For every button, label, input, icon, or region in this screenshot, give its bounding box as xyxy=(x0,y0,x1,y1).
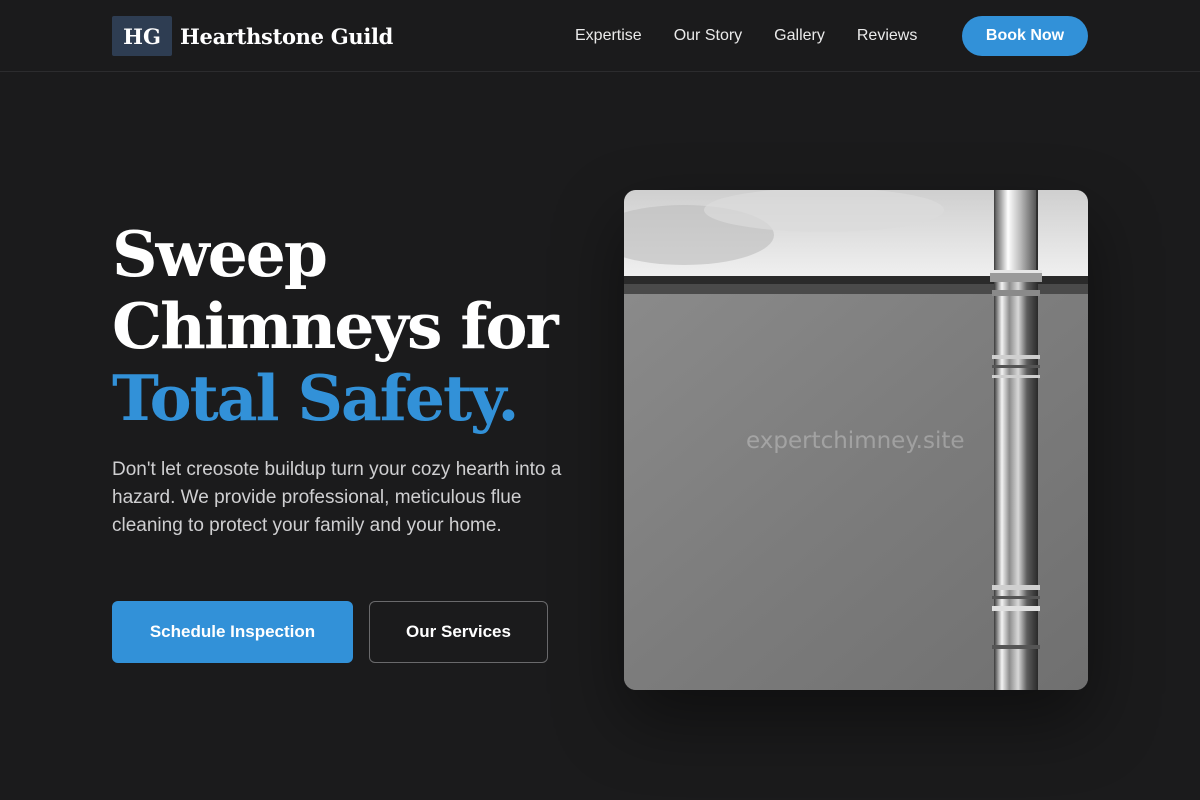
nav-link-our-story[interactable]: Our Story xyxy=(674,27,742,45)
our-services-button[interactable]: Our Services xyxy=(369,601,548,663)
brand-name: Hearthstone Guild xyxy=(180,23,394,49)
brand-logo[interactable]: HG Hearthstone Guild xyxy=(112,16,393,56)
image-watermark: expertchimney.site xyxy=(746,428,965,454)
logo-mark: HG xyxy=(112,16,172,56)
nav-link-expertise[interactable]: Expertise xyxy=(575,27,642,45)
hero-description: Don't let creosote buildup turn your coz… xyxy=(112,459,562,536)
headline-line-1: Sweep xyxy=(112,217,328,291)
site-header: HG Hearthstone Guild Expertise Our Story… xyxy=(0,0,1200,72)
hero-headline: Sweep Chimneys for Total Safety. xyxy=(112,218,582,434)
main-nav: Expertise Our Story Gallery Reviews xyxy=(575,0,917,72)
book-now-button[interactable]: Book Now xyxy=(962,16,1088,56)
headline-accent: Total Safety. xyxy=(112,361,519,435)
hero-image: expertchimney.site xyxy=(624,190,1088,690)
nav-link-reviews[interactable]: Reviews xyxy=(857,27,917,45)
schedule-inspection-button[interactable]: Schedule Inspection xyxy=(112,601,353,663)
headline-line-2: Chimneys for xyxy=(112,289,559,363)
nav-link-gallery[interactable]: Gallery xyxy=(774,27,825,45)
